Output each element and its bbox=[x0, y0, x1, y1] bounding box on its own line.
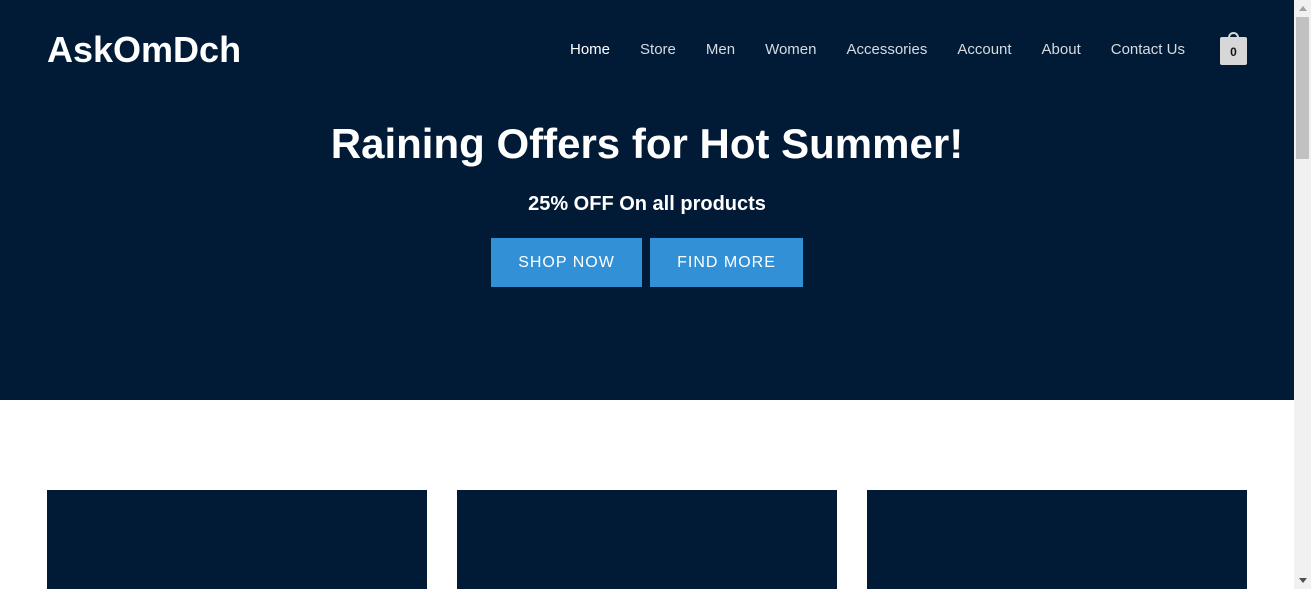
nav-item-accessories[interactable]: Accessories bbox=[846, 38, 927, 62]
nav-item-about[interactable]: About bbox=[1042, 38, 1081, 62]
shop-now-button[interactable]: SHOP NOW bbox=[491, 238, 642, 287]
scroll-thumb[interactable] bbox=[1296, 17, 1309, 159]
hero-section: AskOmDch Home Store Men Women Accessorie… bbox=[0, 0, 1294, 400]
cart-count: 0 bbox=[1220, 37, 1247, 65]
vertical-scrollbar[interactable] bbox=[1294, 0, 1311, 589]
nav-item-home[interactable]: Home bbox=[570, 38, 610, 62]
nav-item-store[interactable]: Store bbox=[640, 38, 676, 62]
main-nav: Home Store Men Women Accessories Account… bbox=[556, 38, 1215, 62]
site-logo[interactable]: AskOmDch bbox=[47, 28, 241, 72]
nav-item-account[interactable]: Account bbox=[957, 38, 1011, 62]
cart-button[interactable]: 0 bbox=[1220, 32, 1247, 65]
featured-card[interactable] bbox=[47, 490, 427, 589]
find-more-button[interactable]: FIND MORE bbox=[650, 238, 803, 287]
scroll-down-arrow-icon[interactable] bbox=[1294, 572, 1311, 589]
featured-card[interactable] bbox=[867, 490, 1247, 589]
nav-item-men[interactable]: Men bbox=[706, 38, 735, 62]
nav-item-women[interactable]: Women bbox=[765, 38, 816, 62]
hero-subtitle: 25% OFF On all products bbox=[528, 193, 766, 215]
nav-item-contact-us[interactable]: Contact Us bbox=[1111, 38, 1185, 62]
hero-title: Raining Offers for Hot Summer! bbox=[330, 120, 964, 167]
page: AskOmDch Home Store Men Women Accessorie… bbox=[0, 0, 1311, 589]
scroll-up-arrow-icon[interactable] bbox=[1294, 0, 1311, 17]
featured-card[interactable] bbox=[457, 490, 837, 589]
